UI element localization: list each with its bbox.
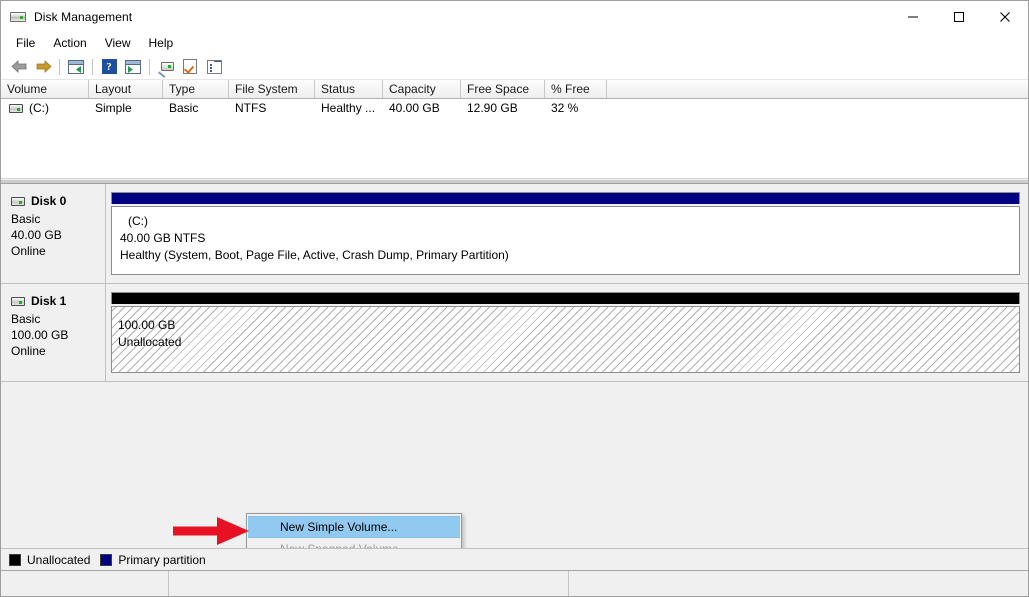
rescan-disks-icon[interactable] (154, 56, 178, 78)
disk-0-graphic: (C:) 40.00 GB NTFS Healthy (System, Boot… (106, 184, 1028, 283)
disk-0-size: 40.00 GB (11, 227, 105, 243)
disk-drive-icon (10, 9, 26, 25)
menu-item-new-spanned-volume: New Spanned Volume... (247, 538, 461, 548)
disk-1-size: 100.00 GB (11, 327, 105, 343)
back-icon[interactable] (7, 56, 31, 78)
volume-list-horizontal-scrollbar[interactable] (1, 178, 1028, 183)
menu-item-new-simple-volume[interactable]: New Simple Volume... (248, 516, 460, 538)
toolbar-separator (59, 59, 60, 75)
legend-item-unallocated: Unallocated (9, 553, 90, 567)
disk-row-0[interactable]: Disk 0 Basic 40.00 GB Online (C:) 40.00 … (1, 184, 1028, 284)
status-pane-1 (1, 571, 169, 596)
disk-drive-icon (11, 197, 25, 206)
disk-1-unallocated-strip (112, 293, 1019, 304)
window-controls (890, 1, 1028, 32)
column-header-volume[interactable]: Volume (1, 80, 89, 98)
disk-graphical-view: Disk 0 Basic 40.00 GB Online (C:) 40.00 … (1, 184, 1028, 548)
show-action-pane-icon[interactable] (121, 56, 145, 78)
column-header-capacity[interactable]: Capacity (383, 80, 461, 98)
help-icon[interactable]: ? (97, 56, 121, 78)
cell-type: Basic (163, 99, 229, 118)
column-header-file-system[interactable]: File System (229, 80, 315, 98)
column-header-filler (607, 80, 1028, 98)
column-header-free-space[interactable]: Free Space (461, 80, 545, 98)
disk-0-primary-strip (112, 193, 1019, 204)
forward-icon[interactable] (31, 56, 55, 78)
menu-action[interactable]: Action (44, 33, 95, 53)
disk-1-color-strip (111, 292, 1020, 304)
cell-layout: Simple (89, 99, 163, 118)
disk-1-header: Disk 1 (11, 294, 105, 308)
properties-icon[interactable] (178, 56, 202, 78)
volume-drive-icon (9, 104, 23, 113)
legend-item-primary-partition: Primary partition (100, 553, 205, 567)
disk-0-partition-c[interactable]: (C:) 40.00 GB NTFS Healthy (System, Boot… (111, 206, 1020, 275)
menu-view[interactable]: View (96, 33, 140, 53)
disk-0-type: Basic (11, 211, 105, 227)
minimize-button[interactable] (890, 1, 936, 32)
list-view-icon[interactable] (202, 56, 226, 78)
cell-volume[interactable]: (C:) (1, 99, 89, 118)
disk-0-info[interactable]: Disk 0 Basic 40.00 GB Online (1, 184, 106, 283)
disk-1-type: Basic (11, 311, 105, 327)
status-pane-3 (569, 571, 1028, 596)
volume-list-body: (C:) Simple Basic NTFS Healthy ... 40.00… (1, 99, 1028, 183)
volume-list-pane: Volume Layout Type File System Status Ca… (1, 80, 1028, 184)
disk-0-partition-size-fs: 40.00 GB NTFS (120, 230, 509, 247)
disk-0-partition-text: (C:) 40.00 GB NTFS Healthy (System, Boot… (120, 213, 509, 274)
window-title: Disk Management (34, 10, 132, 24)
menu-file[interactable]: File (7, 33, 44, 53)
column-header-type[interactable]: Type (163, 80, 229, 98)
disk-row-1[interactable]: Disk 1 Basic 100.00 GB Online 100.00 GB … (1, 284, 1028, 382)
cell-file-system: NTFS (229, 99, 315, 118)
disk-1-name: Disk 1 (31, 294, 66, 308)
disk-0-color-strip (111, 192, 1020, 204)
disk-0-header: Disk 0 (11, 194, 105, 208)
red-pointer-arrow (173, 516, 249, 546)
legend-swatch-unallocated (9, 554, 21, 566)
legend-bar: Unallocated Primary partition (1, 548, 1028, 570)
status-pane-2 (169, 571, 569, 596)
disk-1-state: Online (11, 343, 105, 359)
disk-1-unallocated-size: 100.00 GB (118, 317, 1019, 334)
disk-0-state: Online (11, 243, 105, 259)
volume-list-header: Volume Layout Type File System Status Ca… (1, 80, 1028, 99)
cell-free-space: 12.90 GB (461, 99, 545, 118)
close-button[interactable] (982, 1, 1028, 32)
table-row[interactable]: (C:) Simple Basic NTFS Healthy ... 40.00… (1, 99, 1028, 118)
disk-0-partition-label: (C:) (120, 213, 509, 230)
toolbar: ? (1, 54, 1028, 80)
disk-1-unallocated-text: 100.00 GB Unallocated (118, 317, 1019, 351)
disk-management-window: Disk Management File Action View Help (0, 0, 1029, 597)
cell-capacity: 40.00 GB (383, 99, 461, 118)
legend-label-unallocated: Unallocated (27, 553, 90, 567)
disk-1-graphic: 100.00 GB Unallocated (106, 284, 1028, 381)
maximize-button[interactable] (936, 1, 982, 32)
menu-bar: File Action View Help (1, 32, 1028, 54)
column-header-status[interactable]: Status (315, 80, 383, 98)
toolbar-separator (92, 59, 93, 75)
title-bar: Disk Management (1, 1, 1028, 32)
legend-label-primary-partition: Primary partition (118, 553, 205, 567)
show-hide-console-tree-icon[interactable] (64, 56, 88, 78)
disk-drive-icon (11, 297, 25, 306)
cell-percent-free: 32 % (545, 99, 607, 118)
column-header-percent-free[interactable]: % Free (545, 80, 607, 98)
disk-1-unallocated-region[interactable]: 100.00 GB Unallocated (111, 306, 1020, 373)
column-header-layout[interactable]: Layout (89, 80, 163, 98)
disk-1-unallocated-status: Unallocated (118, 334, 1019, 351)
toolbar-separator (149, 59, 150, 75)
context-menu: New Simple Volume... New Spanned Volume.… (246, 513, 462, 548)
status-bar (1, 570, 1028, 596)
disk-0-name: Disk 0 (31, 194, 66, 208)
disk-1-info[interactable]: Disk 1 Basic 100.00 GB Online (1, 284, 106, 381)
menu-help[interactable]: Help (140, 33, 183, 53)
cell-status: Healthy ... (315, 99, 383, 118)
disk-0-partition-status: Healthy (System, Boot, Page File, Active… (120, 247, 509, 264)
cell-volume-label: (C:) (29, 99, 49, 118)
legend-swatch-primary-partition (100, 554, 112, 566)
